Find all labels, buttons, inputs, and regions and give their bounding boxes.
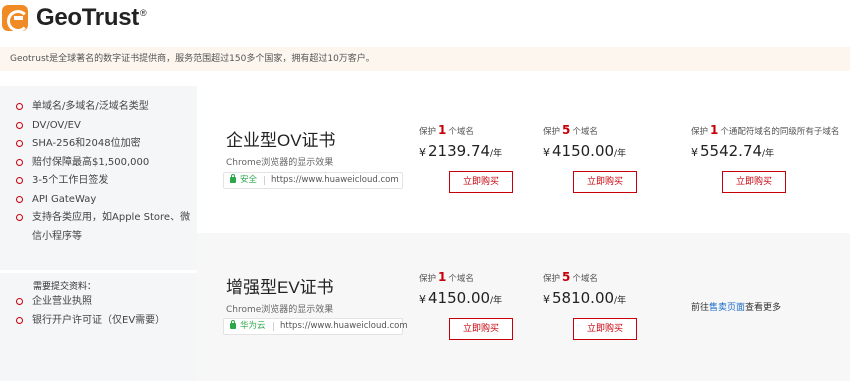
url-divider [273, 322, 274, 331]
ov-option-1: 保护 1 个域名 ¥2139.74/年 立即购买 [419, 123, 513, 193]
feature-item: 赔付保障最高$1,500,000 [16, 154, 191, 173]
option-price: ¥4150.00/年 [543, 142, 627, 160]
feature-item: 单域名/多域名/泛域名类型 [16, 98, 191, 117]
ev-browser-label: Chrome浏览器的显示效果 [226, 305, 334, 315]
sales-page-link[interactable]: 售卖页面 [709, 303, 745, 313]
ev-org-badge: 华为云 [240, 321, 266, 331]
geotrust-logo-icon [2, 5, 29, 32]
secure-badge: 安全 [240, 175, 258, 185]
ov-certificate-card: 企业型OV证书 Chrome浏览器的显示效果 安全 https://www.hu… [197, 86, 850, 231]
more-suffix: 查看更多 [745, 303, 782, 313]
panel-divider [0, 270, 197, 273]
lock-icon [230, 174, 236, 183]
ev-title: 增强型EV证书 [226, 278, 334, 297]
feature-item: DV/OV/EV [16, 117, 191, 136]
ov-option-3: 保护 1 个通配符域名的同级所有子域名 ¥5542.74/年 立即购买 [691, 123, 839, 193]
option-desc: 保护 1 个域名 [419, 123, 474, 137]
ov-url-preview: 安全 https://www.huaweicloud.com [223, 172, 403, 189]
brand-name: GeoTrust [36, 4, 139, 31]
url-divider [264, 176, 265, 185]
intro-banner: Geotrust是全球著名的数字证书提供商，服务范围超过150多个国家，拥有超过… [0, 47, 850, 71]
feature-item: 3-5个工作日签发 [16, 172, 191, 191]
option-price: ¥2139.74/年 [419, 142, 503, 160]
url-text: https://www.huaweicloud.com [280, 321, 408, 331]
buy-now-button[interactable]: 立即购买 [573, 171, 637, 193]
option-desc: 保护 1 个域名 [419, 270, 474, 284]
feature-item: SHA-256和2048位加密 [16, 135, 191, 154]
buy-now-button[interactable]: 立即购买 [449, 318, 513, 340]
bullet-circle-icon [16, 316, 23, 324]
option-desc: 保护 5 个域名 [543, 270, 598, 284]
feature-panel: 单域名/多域名/泛域名类型 DV/OV/EV SHA-256和2048位加密 赔… [0, 86, 197, 381]
requirements-title: 需要提交资料： [33, 282, 97, 292]
bullet-circle-icon [16, 158, 23, 166]
option-desc: 保护 5 个域名 [543, 123, 598, 137]
lock-icon [230, 320, 236, 329]
more-prefix: 前往 [691, 303, 710, 313]
bullet-circle-icon [16, 121, 23, 129]
bullet-circle-icon [16, 195, 23, 203]
feature-list: 单域名/多域名/泛域名类型 DV/OV/EV SHA-256和2048位加密 赔… [16, 98, 191, 246]
ev-option-2: 保护 5 个域名 ¥5810.00/年 立即购买 [543, 270, 637, 340]
brand-reg-mark: ® [139, 8, 147, 18]
ov-option-2: 保护 5 个域名 ¥4150.00/年 立即购买 [543, 123, 637, 193]
buy-now-button[interactable]: 立即购买 [573, 318, 637, 340]
bullet-circle-icon [16, 214, 23, 221]
buy-now-button[interactable]: 立即购买 [449, 171, 513, 193]
feature-item: API GateWay [16, 191, 191, 210]
url-text: https://www.huaweicloud.com [271, 175, 399, 185]
bullet-circle-icon [16, 103, 23, 110]
option-price: ¥5542.74/年 [691, 142, 775, 160]
bullet-circle-icon [16, 298, 23, 305]
more-info: 前往售卖页面查看更多 [691, 300, 781, 313]
option-price: ¥5810.00/年 [543, 289, 627, 307]
ev-certificate-card: 增强型EV证书 Chrome浏览器的显示效果 华为云 https://www.h… [197, 233, 850, 381]
ov-title: 企业型OV证书 [226, 131, 336, 150]
ev-option-1: 保护 1 个域名 ¥4150.00/年 立即购买 [419, 270, 513, 340]
buy-now-button[interactable]: 立即购买 [722, 171, 786, 193]
ov-browser-label: Chrome浏览器的显示效果 [226, 158, 334, 168]
bullet-circle-icon [16, 177, 23, 184]
geotrust-logo: GeoTrust® [2, 4, 147, 32]
option-desc: 保护 1 个通配符域名的同级所有子域名 [691, 123, 840, 137]
bullet-circle-icon [16, 140, 23, 147]
feature-item: 支持各类应用，如Apple Store、微信小程序等 [16, 209, 191, 246]
requirement-item: 银行开户许可证（仅EV需要） [16, 312, 191, 331]
requirements-list: 企业营业执照 银行开户许可证（仅EV需要） [16, 293, 191, 330]
requirement-item: 企业营业执照 [16, 293, 191, 312]
option-price: ¥4150.00/年 [419, 289, 503, 307]
ev-url-preview: 华为云 https://www.huaweicloud.com [223, 318, 408, 335]
